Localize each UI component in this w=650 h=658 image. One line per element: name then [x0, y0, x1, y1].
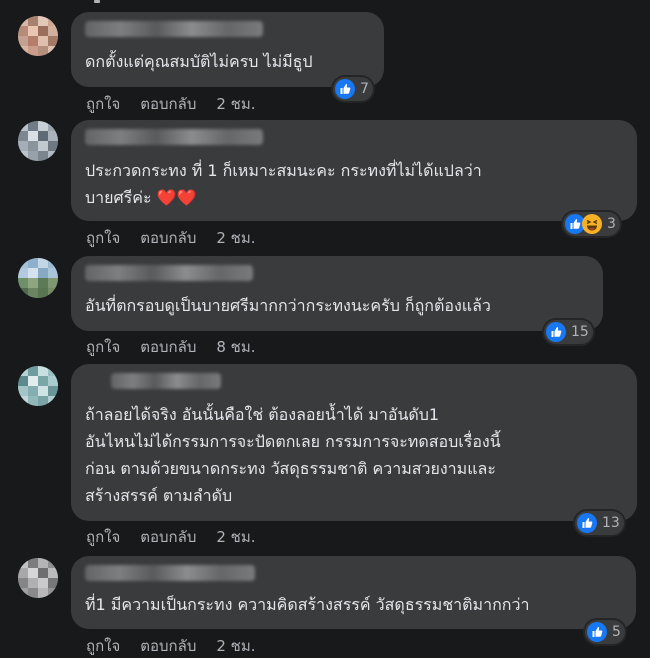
- comment-text: ดกตั้งแต่คุณสมบัติไม่ครบ ไม่มีธูป: [85, 52, 313, 71]
- avatar[interactable]: [18, 16, 58, 56]
- reply-button[interactable]: ตอบกลับ: [140, 226, 196, 250]
- like-icon: [577, 513, 597, 533]
- reaction-count: 7: [360, 81, 369, 97]
- author-name-blurred[interactable]: [85, 21, 263, 37]
- reaction-count: 15: [571, 324, 589, 340]
- timestamp[interactable]: 2 ชม.: [216, 226, 255, 250]
- like-icon: [335, 79, 355, 99]
- like-button[interactable]: ถูกใจ: [86, 226, 120, 250]
- reply-button[interactable]: ตอบกลับ: [140, 92, 196, 116]
- previous-action-remnant: [94, 0, 100, 3]
- reply-button[interactable]: ตอบกลับ: [140, 525, 196, 549]
- like-button[interactable]: ถูกใจ: [86, 634, 120, 658]
- comment-text: ที่1 มีความเป็นกระทง ความคิดสร้างสรรค์ ว…: [85, 595, 530, 614]
- avatar[interactable]: [18, 366, 58, 406]
- like-icon: [546, 322, 566, 342]
- comment-text: อันที่ตกรอบดูเป็นบายศรีมากกว่ากระทงนะครั…: [85, 296, 491, 315]
- author-name-blurred[interactable]: [111, 373, 221, 389]
- comment-actions: ถูกใจ ตอบกลับ 2 ชม.: [86, 226, 256, 250]
- comment-text: ถ้าลอยได้จริง อันนั้นคือใช่ ต้องลอยน้ำได…: [85, 405, 501, 505]
- avatar[interactable]: [18, 258, 58, 298]
- comment-text: ประกวดกระทง ที่ 1 ก็เหมาะสมนะคะ กระทงที่…: [85, 161, 482, 207]
- reaction-summary[interactable]: 15: [544, 320, 593, 344]
- reaction-summary[interactable]: 13: [575, 511, 624, 535]
- timestamp[interactable]: 2 ชม.: [216, 92, 255, 116]
- comment-actions: ถูกใจ ตอบกลับ 2 ชม.: [86, 525, 256, 549]
- reaction-count: 13: [602, 515, 620, 531]
- reaction-summary[interactable]: 3: [563, 212, 620, 236]
- reply-button[interactable]: ตอบกลับ: [140, 335, 196, 359]
- comment-bubble: ดกตั้งแต่คุณสมบัติไม่ครบ ไม่มีธูป: [71, 12, 384, 87]
- reaction-count: 3: [607, 216, 616, 232]
- comment-bubble: ประกวดกระทง ที่ 1 ก็เหมาะสมนะคะ กระทงที่…: [71, 120, 637, 221]
- reaction-summary[interactable]: 7: [333, 77, 373, 101]
- author-name-blurred[interactable]: [85, 129, 263, 145]
- timestamp[interactable]: 2 ชม.: [216, 634, 255, 658]
- top-strip: [0, 0, 650, 4]
- comment-bubble: ถ้าลอยได้จริง อันนั้นคือใช่ ต้องลอยน้ำได…: [71, 364, 637, 521]
- comment-actions: ถูกใจ ตอบกลับ 8 ชม.: [86, 335, 256, 359]
- author-name-blurred[interactable]: [85, 265, 253, 281]
- like-button[interactable]: ถูกใจ: [86, 525, 120, 549]
- like-button[interactable]: ถูกใจ: [86, 92, 120, 116]
- comment-actions: ถูกใจ ตอบกลับ 2 ชม.: [86, 92, 256, 116]
- timestamp[interactable]: 8 ชม.: [216, 335, 255, 359]
- reaction-summary[interactable]: 5: [585, 620, 625, 644]
- avatar[interactable]: [18, 121, 58, 161]
- like-button[interactable]: ถูกใจ: [86, 335, 120, 359]
- reaction-count: 5: [612, 624, 621, 640]
- reply-button[interactable]: ตอบกลับ: [140, 634, 196, 658]
- avatar[interactable]: [18, 558, 58, 598]
- comment-bubble: อันที่ตกรอบดูเป็นบายศรีมากกว่ากระทงนะครั…: [71, 256, 603, 331]
- comment-bubble: ที่1 มีความเป็นกระทง ความคิดสร้างสรรค์ ว…: [71, 556, 636, 629]
- like-icon: [587, 622, 607, 642]
- haha-icon: [582, 214, 602, 234]
- author-name-blurred[interactable]: [85, 565, 255, 581]
- timestamp[interactable]: 2 ชม.: [216, 525, 255, 549]
- comment-actions: ถูกใจ ตอบกลับ 2 ชม.: [86, 634, 256, 658]
